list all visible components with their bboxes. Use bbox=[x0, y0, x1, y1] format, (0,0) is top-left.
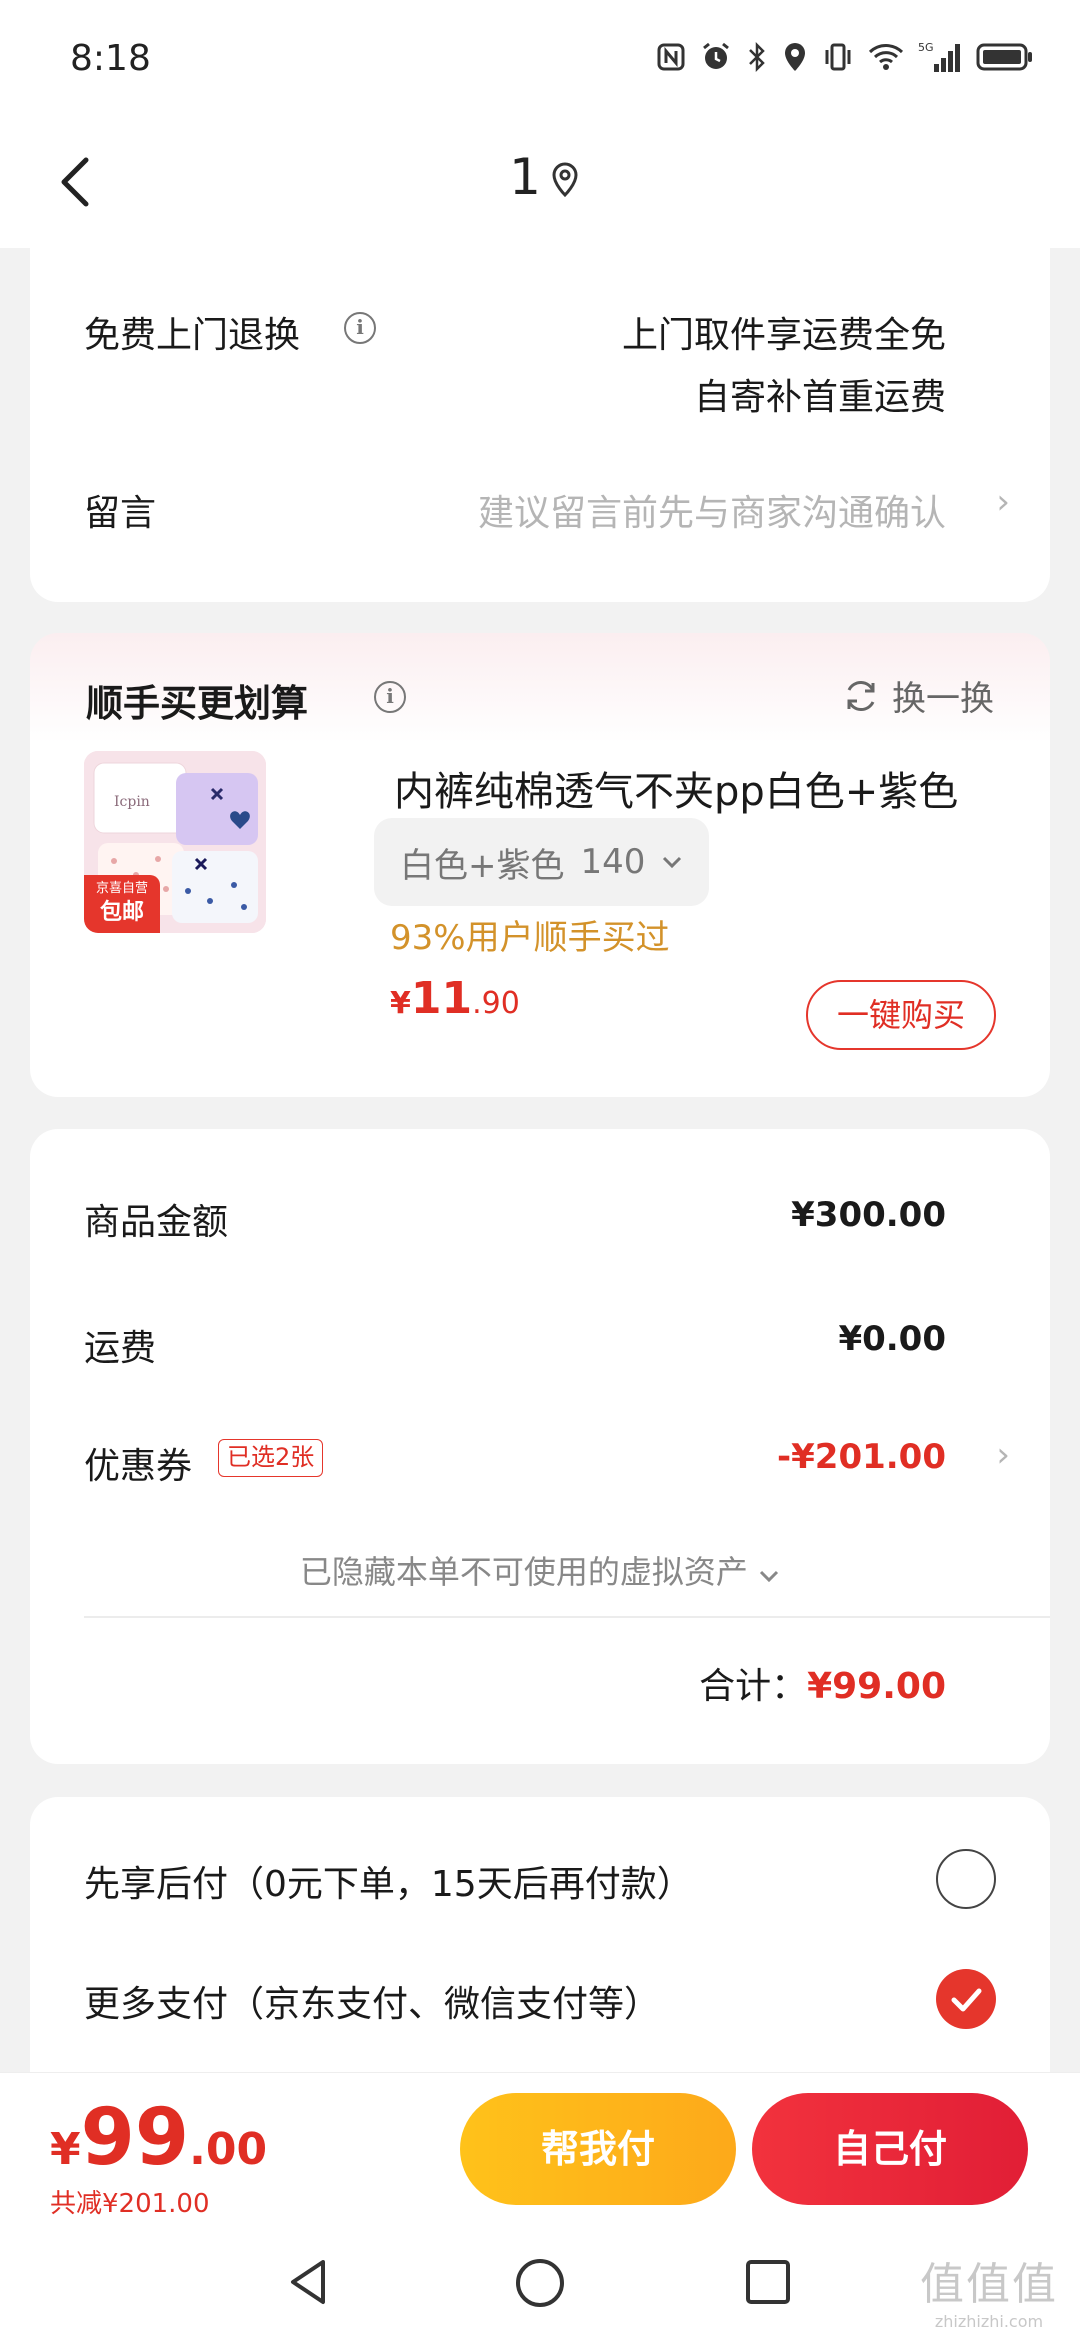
message-label: 留言 bbox=[84, 493, 157, 534]
goods-amount-label: 商品金额 bbox=[84, 1202, 229, 1243]
final-price-integer: 99 bbox=[80, 2093, 190, 2183]
swap-button[interactable]: 换一换 bbox=[842, 671, 994, 720]
message-input[interactable]: 建议留言前先与商家沟通确认 bbox=[478, 484, 946, 536]
status-time: 8:18 bbox=[70, 38, 151, 79]
pay-later-radio[interactable] bbox=[936, 1849, 996, 1909]
free-return-line2: 自寄补首重运费 bbox=[693, 377, 946, 418]
chevron-down-icon bbox=[663, 856, 682, 869]
cellular-signal-icon: 5G bbox=[918, 41, 960, 72]
refresh-icon bbox=[847, 680, 875, 711]
spec-selector[interactable]: 白色+紫色 140 bbox=[374, 818, 710, 906]
alarm-icon bbox=[703, 42, 729, 69]
total-saved: 共减¥201.00 bbox=[50, 2189, 210, 2219]
order-total: 合计：¥99.00 bbox=[699, 1657, 946, 1709]
free-shipping-badge: 京喜自营 包邮 bbox=[84, 875, 160, 933]
price-decimal: .90 bbox=[472, 986, 520, 1021]
total-label: 合计： bbox=[699, 1666, 808, 1707]
coupon-selected-tag: 已选2张 bbox=[218, 1439, 324, 1477]
product-image[interactable]: Icpin 京喜自营 包邮 bbox=[84, 751, 266, 933]
vibrate-icon bbox=[825, 43, 851, 71]
watermark-logo: 值值值 bbox=[920, 2259, 1058, 2310]
swap-label: 换一换 bbox=[892, 679, 994, 719]
chevron-right-icon: › bbox=[996, 1435, 1010, 1475]
system-nav-bar bbox=[0, 2222, 1080, 2340]
system-recents-icon[interactable] bbox=[744, 2258, 792, 2306]
hidden-assets-toggle[interactable]: 已隐藏本单不可使用的虚拟资产 bbox=[30, 1547, 1050, 1593]
order-summary-card: 商品金额 ¥300.00 运费 ¥0.00 优惠券 已选2张 -¥201.00 … bbox=[30, 1129, 1050, 1764]
location-icon bbox=[785, 43, 805, 71]
pay-later-option[interactable]: 先享后付（0元下单，15天后再付款） bbox=[84, 1855, 693, 1907]
shipping-label: 运费 bbox=[84, 1328, 157, 1369]
spec-color: 白色+紫色 bbox=[400, 845, 565, 886]
free-return-line1: 上门取件享运费全免 bbox=[621, 315, 946, 356]
return-message-card: 免费上门退换 i 上门取件享运费全免 自寄补首重运费 留言 建议留言前先与商家沟… bbox=[30, 248, 1050, 602]
spec-size: 140 bbox=[580, 842, 646, 882]
battery-icon bbox=[976, 43, 1032, 71]
badge-top-text: 京喜自营 bbox=[95, 881, 148, 896]
system-back-icon[interactable] bbox=[283, 2256, 335, 2308]
shipping-value: ¥0.00 bbox=[838, 1319, 946, 1359]
total-value: ¥99.00 bbox=[807, 1666, 946, 1707]
svg-text:5G: 5G bbox=[918, 41, 934, 54]
page-title: 1 bbox=[509, 148, 541, 206]
coupon-label: 优惠券 bbox=[84, 1446, 193, 1487]
more-payment-radio[interactable] bbox=[936, 1969, 996, 2029]
status-bar: 8:18 5G bbox=[0, 0, 1080, 120]
goods-amount-value: ¥300.00 bbox=[791, 1195, 946, 1235]
nav-bar: 1 bbox=[0, 120, 1080, 248]
nfc-icon bbox=[657, 43, 685, 71]
chevron-down-icon bbox=[760, 1570, 779, 1583]
watermark: 值值值 zhizhizhi.com bbox=[920, 2248, 1058, 2331]
checkmark-icon bbox=[951, 1988, 982, 2012]
location-pin-icon[interactable] bbox=[550, 160, 580, 200]
bought-hint: 93%用户顺手买过 bbox=[390, 918, 670, 958]
upsell-card: 顺手买更划算 i 换一换 Icpin 京喜自营 包邮 内裤纯棉透气不夹pp白色+… bbox=[30, 633, 1050, 1097]
final-price-decimal: .00 bbox=[189, 2124, 268, 2175]
help-pay-button[interactable]: 帮我付 bbox=[460, 2093, 736, 2205]
upsell-title: 顺手买更划算 bbox=[86, 682, 308, 725]
system-home-icon[interactable] bbox=[513, 2256, 567, 2310]
price-currency: ¥ bbox=[390, 986, 411, 1021]
coupon-value[interactable]: -¥201.00 bbox=[777, 1437, 946, 1477]
info-icon[interactable]: i bbox=[344, 312, 376, 344]
svg-text:Icpin: Icpin bbox=[114, 794, 150, 810]
final-price: ¥99.00 bbox=[50, 2093, 267, 2183]
badge-bottom-text: 包邮 bbox=[99, 900, 144, 925]
self-pay-button[interactable]: 自己付 bbox=[752, 2093, 1028, 2205]
more-payment-option[interactable]: 更多支付（京东支付、微信支付等） bbox=[84, 1975, 660, 2027]
chevron-right-icon: › bbox=[996, 482, 1010, 522]
divider bbox=[84, 1616, 1050, 1618]
checkout-bar: ¥99.00 共减¥201.00 帮我付 自己付 bbox=[0, 2072, 1080, 2222]
price-integer: 11 bbox=[410, 973, 473, 1024]
bluetooth-icon bbox=[749, 41, 765, 73]
status-icons: 5G bbox=[656, 40, 1034, 74]
info-icon[interactable]: i bbox=[374, 681, 406, 713]
wifi-icon bbox=[868, 44, 904, 70]
payment-card: 先享后付（0元下单，15天后再付款） 更多支付（京东支付、微信支付等） bbox=[30, 1797, 1050, 2107]
final-price-currency: ¥ bbox=[50, 2124, 81, 2175]
free-return-label: 免费上门退换 bbox=[84, 315, 301, 356]
one-click-buy-button[interactable]: 一键购买 bbox=[806, 980, 996, 1050]
hidden-assets-text: 已隐藏本单不可使用的虚拟资产 bbox=[299, 1553, 748, 1591]
upsell-price: ¥11.90 bbox=[390, 973, 520, 1024]
watermark-url: zhizhizhi.com bbox=[934, 2312, 1044, 2331]
product-name[interactable]: 内裤纯棉透气不夹pp白色+紫色 bbox=[394, 759, 958, 817]
